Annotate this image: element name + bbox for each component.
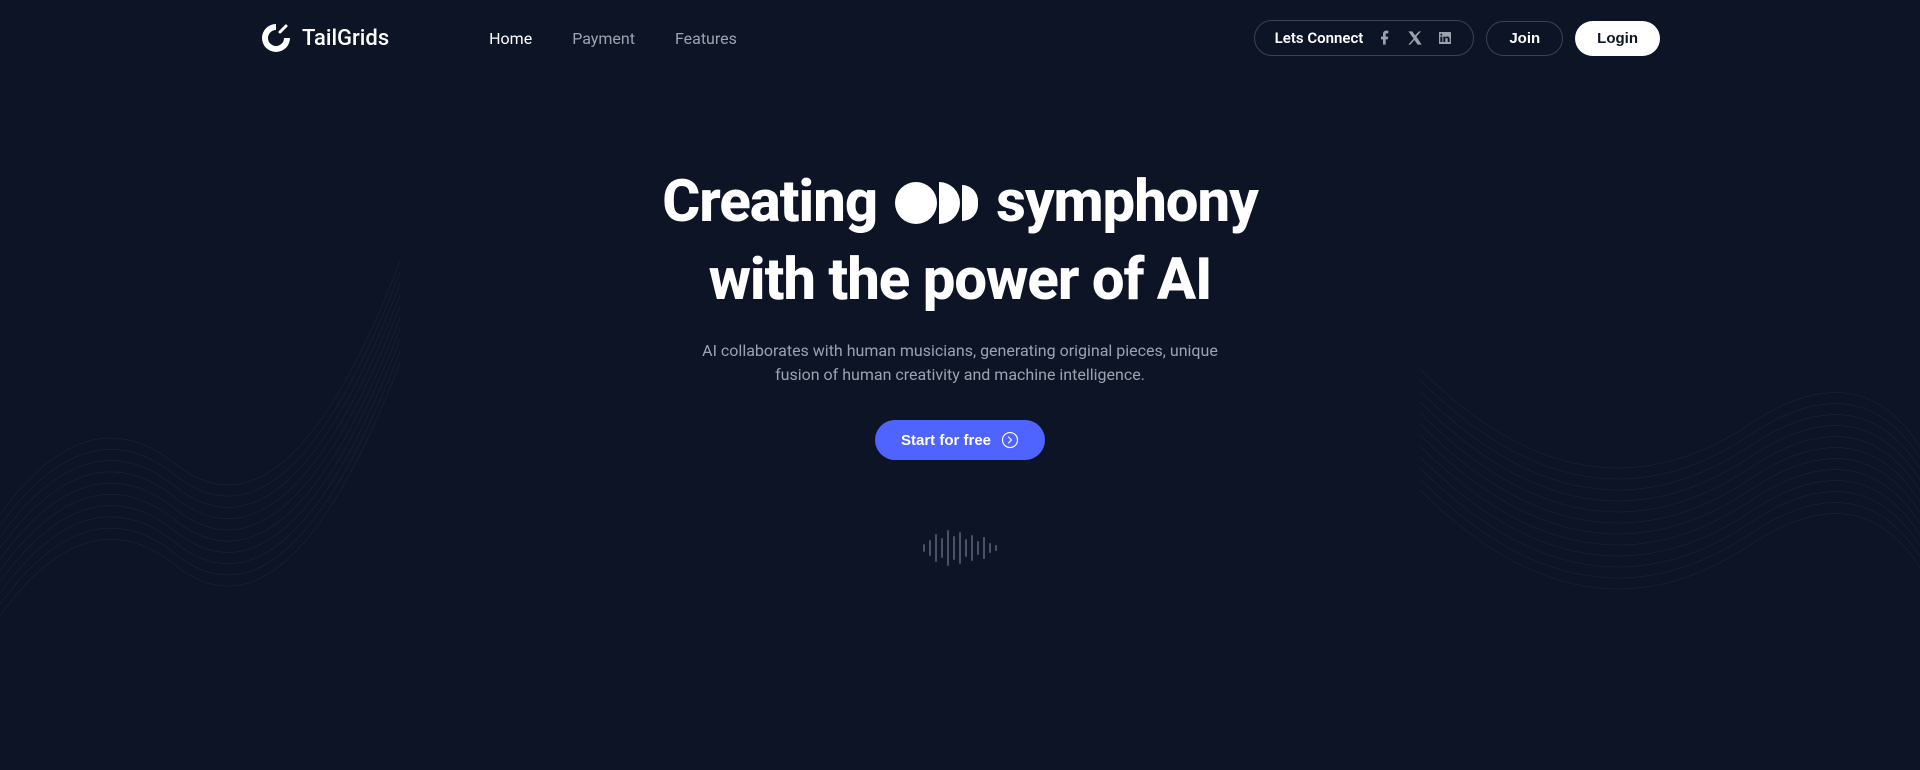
nav-links: Home Payment Features — [489, 29, 737, 48]
wave-bar — [983, 537, 985, 559]
audio-wave-icon — [510, 530, 1410, 566]
nav-link-payment[interactable]: Payment — [572, 29, 635, 48]
wave-bar — [923, 544, 925, 552]
join-button[interactable]: Join — [1486, 21, 1563, 56]
connect-label: Lets Connect — [1275, 29, 1364, 47]
wave-bar — [953, 536, 955, 560]
headline-shapes-icon — [895, 182, 978, 224]
login-button[interactable]: Login — [1575, 21, 1660, 56]
logo-icon — [260, 22, 292, 54]
wave-bar — [947, 530, 949, 566]
headline: Creating symphony with the power of AI — [510, 171, 1410, 313]
wave-bar — [989, 543, 991, 553]
wave-bar — [941, 538, 943, 558]
wave-bar — [995, 545, 997, 551]
connect-pill: Lets Connect — [1254, 20, 1475, 56]
headline-line2: with the power of AI — [510, 249, 1410, 313]
linkedin-icon[interactable] — [1437, 30, 1453, 46]
main-nav: TailGrids Home Payment Features Lets Con… — [260, 0, 1660, 76]
arrow-right-circle-icon — [1001, 431, 1019, 449]
nav-right: Lets Connect Join Login — [1254, 20, 1660, 56]
hero-section: Creating symphony with the power of AI A… — [510, 171, 1410, 566]
wave-bar — [977, 541, 979, 555]
headline-pre: Creating — [662, 171, 877, 235]
wave-bar — [929, 540, 931, 556]
brand-name: TailGrids — [302, 26, 389, 51]
wave-decoration-right — [1420, 320, 1920, 770]
start-for-free-button[interactable]: Start for free — [875, 420, 1045, 460]
wave-bar — [971, 535, 973, 561]
wave-bar — [965, 539, 967, 557]
cta-label: Start for free — [901, 432, 991, 449]
brand-logo[interactable]: TailGrids — [260, 22, 389, 54]
facebook-icon[interactable] — [1377, 30, 1393, 46]
nav-link-home[interactable]: Home — [489, 29, 532, 48]
wave-bar — [935, 534, 937, 562]
headline-post: symphony — [996, 171, 1258, 235]
x-icon[interactable] — [1407, 30, 1423, 46]
wave-decoration-left — [0, 250, 400, 700]
nav-link-features[interactable]: Features — [675, 29, 737, 48]
wave-bar — [959, 532, 961, 564]
subhead: AI collaborates with human musicians, ge… — [680, 339, 1240, 389]
